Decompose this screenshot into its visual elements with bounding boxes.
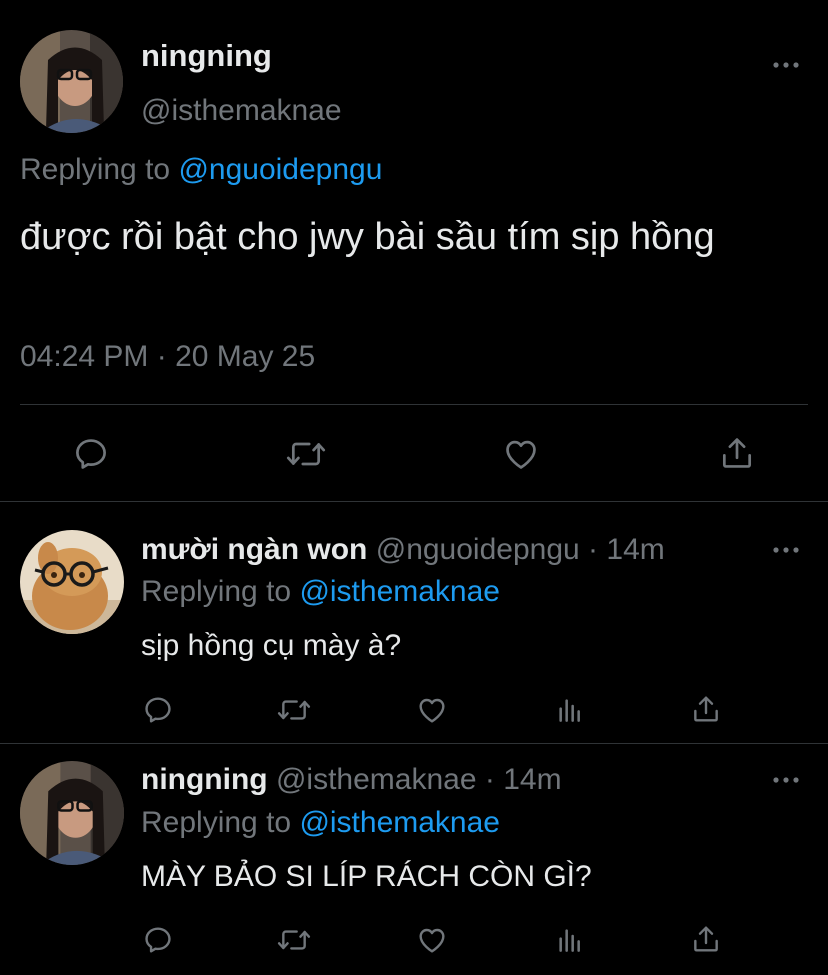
retweet-icon <box>277 700 311 720</box>
separator: · <box>484 763 495 796</box>
analytics-icon <box>559 929 580 952</box>
reply-header: mười ngàn won @nguoidepngu · 14m <box>141 533 665 567</box>
retweet-icon <box>286 442 326 466</box>
more-icon <box>773 777 799 783</box>
avatar-image <box>20 530 124 634</box>
share-button[interactable] <box>688 691 724 727</box>
author-handle[interactable]: @isthemaknae <box>141 94 342 128</box>
replying-prefix: Replying to <box>141 806 292 839</box>
author-handle[interactable]: @isthemaknae <box>276 763 477 796</box>
more-icon <box>773 62 799 68</box>
avatar[interactable] <box>20 30 123 133</box>
more-options-button[interactable] <box>768 53 804 77</box>
replying-to-line: Replying to @isthemaknae <box>141 806 500 840</box>
more-icon <box>773 547 799 553</box>
main-tweet: ningning @isthemaknae Replying to @nguoi… <box>0 0 828 502</box>
reply-icon <box>76 439 106 469</box>
divider <box>20 404 808 405</box>
retweet-button[interactable] <box>284 433 328 475</box>
like-icon <box>419 698 445 723</box>
analytics-button[interactable] <box>552 692 588 728</box>
like-button[interactable] <box>500 433 542 475</box>
author-name[interactable]: mười ngàn won <box>141 533 367 566</box>
avatar-image <box>20 761 124 865</box>
tweet-text: MÀY BẢO SI LÍP RÁCH CÒN GÌ? <box>141 860 592 893</box>
more-options-button[interactable] <box>768 538 804 562</box>
reply-time[interactable]: 14m <box>503 763 561 796</box>
retweet-button[interactable] <box>274 692 314 728</box>
retweet-button[interactable] <box>274 922 314 958</box>
author-name[interactable]: ningning <box>141 38 272 74</box>
avatar[interactable] <box>20 530 124 634</box>
replying-to-link[interactable]: @nguoidepngu <box>178 153 382 186</box>
analytics-button[interactable] <box>552 922 588 958</box>
replying-to-line: Replying to @isthemaknae <box>141 575 500 609</box>
share-icon <box>694 696 718 722</box>
share-icon <box>694 926 718 952</box>
share-button[interactable] <box>716 432 758 474</box>
tweet-timestamp[interactable]: 04:24 PM · 20 May 25 <box>20 340 315 374</box>
replying-to-link[interactable]: @isthemaknae <box>299 806 500 839</box>
reply-time[interactable]: 14m <box>606 533 664 566</box>
author-name[interactable]: ningning <box>141 763 268 796</box>
reply-button[interactable] <box>140 922 176 958</box>
replying-prefix: Replying to <box>141 575 292 608</box>
reply-button[interactable] <box>140 692 176 728</box>
more-options-button[interactable] <box>768 768 804 792</box>
analytics-icon <box>559 699 580 722</box>
tweet-text: được rồi bật cho jwy bài sầu tím sịp hồn… <box>20 216 715 258</box>
separator: · <box>588 533 599 566</box>
replying-to-link[interactable]: @isthemaknae <box>299 575 500 608</box>
reply-header: ningning @isthemaknae · 14m <box>141 763 562 797</box>
replying-to-line: Replying to @nguoidepngu <box>20 153 382 187</box>
author-handle[interactable]: @nguoidepngu <box>376 533 580 566</box>
reply-button[interactable] <box>70 433 112 475</box>
like-button[interactable] <box>414 922 450 958</box>
reply-tweet[interactable]: mười ngàn won @nguoidepngu · 14m Replyin… <box>0 502 828 744</box>
tweet-text: sịp hồng cụ mày à? <box>141 629 402 662</box>
share-icon <box>722 438 752 468</box>
like-button[interactable] <box>414 692 450 728</box>
reply-icon <box>145 697 171 723</box>
reply-icon <box>145 927 171 953</box>
retweet-icon <box>277 930 311 950</box>
like-icon <box>419 928 445 953</box>
share-button[interactable] <box>688 921 724 957</box>
reply-tweet[interactable]: ningning @isthemaknae · 14m Replying to … <box>0 744 828 975</box>
replying-prefix: Replying to <box>20 153 171 186</box>
avatar[interactable] <box>20 761 124 865</box>
like-icon <box>506 440 536 469</box>
avatar-image <box>20 30 123 133</box>
